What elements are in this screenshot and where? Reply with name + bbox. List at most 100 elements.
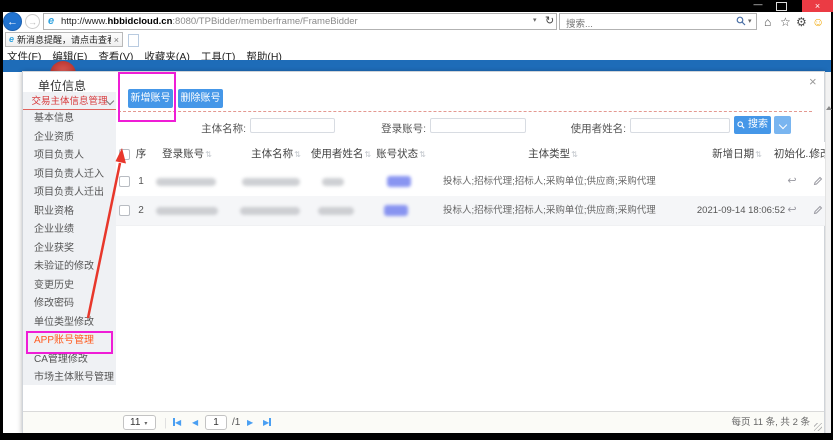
entity-name-input[interactable] [251, 123, 334, 136]
scrollbar-up-icon[interactable] [826, 106, 832, 110]
sidebar-item-change-password[interactable]: 修改密码 [23, 295, 116, 313]
panel-close-icon[interactable]: × [809, 74, 817, 89]
table-row: 2 投标人;招标代理;招标人;采购单位;供应商;采购代理 2021-09-14 … [116, 196, 825, 226]
pagination-separator: | [164, 412, 167, 434]
edit-pencil-icon[interactable] [811, 167, 825, 196]
initialize-undo-icon[interactable]: ↩ [785, 167, 799, 196]
home-icon[interactable]: ⌂ [764, 15, 771, 29]
redacted-login-account [156, 207, 218, 215]
sidebar-item-unit-type-change[interactable]: 单位类型修改 [23, 314, 116, 332]
pagination-bar: 11▾ | ◀ ◀ /1 ▶ ▶ 每页 11 条, 共 2 条 [23, 411, 824, 433]
user-name-field[interactable] [630, 118, 730, 133]
redacted-entity-name [240, 207, 300, 215]
smiley-extension-icon[interactable]: ☺ [812, 15, 824, 29]
browser-forward-button[interactable]: → [25, 14, 40, 29]
favorites-star-icon[interactable]: ☆ [780, 15, 791, 29]
sidebar-group-header[interactable]: 交易主体信息管理 [23, 94, 116, 109]
col-user-name-label: 使用者姓名 [311, 148, 364, 160]
url-scheme: http://www. [61, 16, 107, 27]
sidebar-item-qualification[interactable]: 企业资质 [23, 129, 116, 147]
url-dropdown-icon[interactable]: ▾ [533, 16, 537, 24]
page-number-input[interactable] [205, 415, 227, 430]
sort-icon[interactable]: ⇅ [419, 150, 426, 159]
sidebar-item-professional-qualification[interactable]: 职业资格 [23, 203, 116, 221]
sidebar-item-basic-info[interactable]: 基本信息 [23, 110, 116, 128]
edit-pencil-icon[interactable] [811, 196, 825, 225]
col-created-date[interactable]: 新增日期⇅ [697, 142, 777, 167]
initialize-undo-icon[interactable]: ↩ [785, 196, 799, 225]
url-text: http://www.hbbidcloud.cn:8080/TPBidder/m… [61, 16, 358, 27]
sidebar-item-pm-transfer-out[interactable]: 项目负责人迁出 [23, 184, 116, 202]
new-tab-button[interactable] [128, 34, 139, 47]
user-name-input[interactable] [631, 123, 728, 136]
created-date [686, 167, 796, 196]
sidebar-item-change-history[interactable]: 变更历史 [23, 277, 116, 295]
first-page-button[interactable]: ◀ [173, 412, 181, 434]
redacted-user-name [318, 207, 354, 215]
bar-icon [269, 418, 271, 426]
pagination-summary: 每页 11 条, 共 2 条 [732, 412, 810, 434]
sidebar-item-unverified-changes[interactable]: 未验证的修改 [23, 258, 116, 276]
row-checkbox[interactable] [119, 205, 130, 216]
sort-icon[interactable]: ⇅ [294, 150, 301, 159]
col-login-account-label: 登录账号 [162, 148, 204, 160]
search-dropdown-icon[interactable]: ▾ [748, 17, 752, 25]
sidebar-item-awards[interactable]: 企业获奖 [23, 240, 116, 258]
row-index: 1 [134, 167, 148, 196]
tab-title: 新消息提醒，请点击查看! ... [17, 33, 111, 46]
search-icon[interactable] [736, 16, 746, 26]
page-size-select[interactable]: 11 ▾ [123, 415, 156, 430]
page-scrollbar[interactable] [825, 72, 831, 433]
sidebar-item-project-manager[interactable]: 项目负责人 [23, 147, 116, 165]
prev-page-button[interactable]: ◀ [192, 412, 198, 434]
sidebar-item-pm-transfer-in[interactable]: 项目负责人迁入 [23, 166, 116, 184]
status-badge [384, 205, 408, 216]
sort-icon[interactable]: ⇅ [205, 150, 212, 159]
redacted-entity-name [242, 178, 300, 186]
next-page-button[interactable]: ▶ [247, 412, 253, 434]
window-minimize-button[interactable]: — [750, 0, 766, 11]
resize-grip[interactable] [814, 423, 822, 431]
sidebar-item-market-entity-account[interactable]: 市场主体账号管理 [23, 369, 116, 387]
sort-icon[interactable]: ⇅ [755, 150, 762, 159]
ie-page-icon: e [48, 16, 54, 27]
entity-name-field[interactable] [250, 118, 335, 133]
browser-search-box[interactable] [559, 13, 757, 30]
tab-ie-icon: e [9, 34, 14, 45]
settings-gear-icon[interactable]: ⚙ [796, 15, 807, 29]
browser-search-input[interactable] [564, 17, 728, 32]
window-close-button[interactable]: × [802, 0, 833, 12]
tab-close-icon[interactable]: × [114, 35, 119, 45]
search-button[interactable]: 搜索 [734, 116, 771, 134]
sort-icon[interactable]: ⇅ [571, 150, 578, 159]
search-icon [737, 121, 745, 129]
login-account-field[interactable] [430, 118, 526, 133]
col-entity-type[interactable]: 主体类型⇅ [513, 142, 593, 167]
annotation-box-add-account [118, 72, 176, 122]
chevron-down-icon: ▾ [144, 421, 147, 427]
search-more-button[interactable] [774, 116, 791, 134]
sidebar-item-performance[interactable]: 企业业绩 [23, 221, 116, 239]
search-button-label: 搜索 [748, 116, 768, 134]
redacted-user-name [322, 178, 344, 186]
col-account-status[interactable]: 账号状态⇅ [361, 142, 441, 167]
login-account-input[interactable] [431, 123, 524, 136]
last-page-button[interactable]: ▶ [263, 412, 271, 434]
browser-back-button[interactable]: ← [3, 12, 22, 31]
col-login-account[interactable]: 登录账号⇅ [147, 142, 227, 167]
prev-icon: ◀ [175, 418, 181, 427]
window-restore-button[interactable] [776, 2, 787, 11]
browser-tab[interactable]: e 新消息提醒，请点击查看! ... × [5, 32, 123, 47]
table-row: 1 投标人;招标代理;招标人;采购单位;供应商;采购代理 ↩ [116, 167, 825, 197]
col-created-date-label: 新增日期 [712, 148, 754, 160]
row-index: 2 [134, 196, 148, 225]
row-checkbox[interactable] [119, 176, 130, 187]
refresh-icon[interactable]: ↻ [545, 14, 554, 27]
page-size-value: 11 [130, 417, 140, 428]
screenshot-root: — × ← → e http://www.hbbidcloud.cn:8080/… [0, 0, 833, 440]
annotation-box-app-account [26, 331, 113, 354]
col-account-status-label: 账号状态 [376, 148, 418, 160]
delete-account-button[interactable]: 删除账号 [178, 89, 223, 108]
table-header-row: 序 登录账号⇅ 主体名称⇅ 使用者姓名⇅ 账号状态⇅ 主体类型⇅ 新增日期⇅ 初… [116, 142, 825, 168]
entity-type-text: 投标人;招标代理;招标人;采购单位;供应商;采购代理 [443, 167, 656, 196]
